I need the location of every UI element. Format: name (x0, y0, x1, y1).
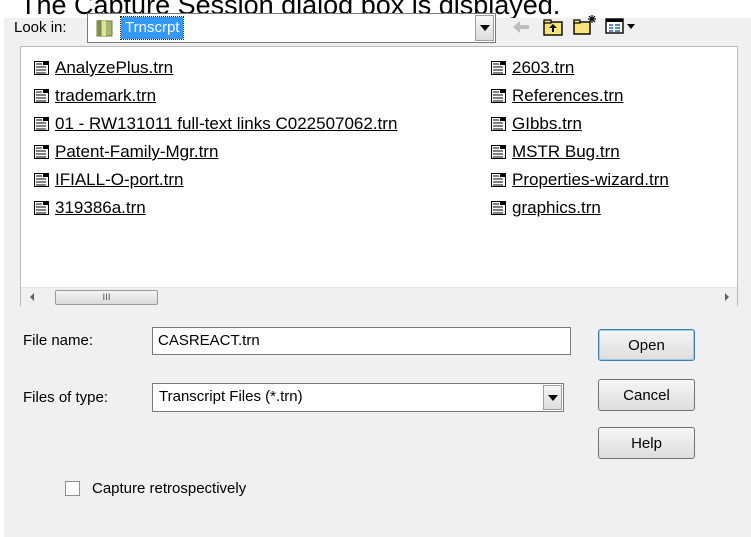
capture-session-dialog: Look in: Trnscrpt AnalyzePlus.trn tradem… (4, 13, 751, 537)
file-name: graphics.trn (512, 198, 601, 217)
file-name: MSTR Bug.trn (512, 142, 620, 161)
transcript-file-icon (491, 173, 506, 187)
open-button[interactable]: Open (598, 329, 695, 361)
file-name: trademark.trn (55, 86, 157, 105)
file-item[interactable]: trademark.trn (34, 83, 156, 109)
horizontal-scrollbar[interactable]: III (21, 287, 737, 306)
transcript-file-icon (34, 117, 49, 131)
look-in-dropdown-button[interactable] (475, 15, 494, 41)
transcript-file-icon (491, 61, 506, 75)
file-item[interactable]: AnalyzePlus.trn (34, 55, 173, 81)
file-name: Properties-wizard.trn (512, 170, 669, 189)
look-in-value: Trnscrpt (119, 16, 185, 40)
files-of-type-label: Files of type: (23, 389, 109, 406)
transcript-file-icon (491, 117, 506, 131)
look-in-combo[interactable]: Trnscrpt (87, 13, 496, 43)
files-of-type-dropdown-button[interactable] (543, 385, 562, 410)
scroll-left-icon (29, 293, 34, 301)
file-name: References.trn (512, 86, 624, 105)
capture-retrospectively-checkbox[interactable] (65, 481, 80, 496)
transcript-file-icon (34, 61, 49, 75)
file-item[interactable]: 2603.trn (491, 55, 574, 81)
file-list[interactable]: AnalyzePlus.trn trademark.trn 01 - RW131… (20, 46, 738, 306)
file-item[interactable]: References.trn (491, 83, 624, 109)
chevron-down-icon (547, 394, 558, 401)
file-name-label: File name: (23, 332, 94, 349)
scrollbar-grip: III (102, 292, 111, 303)
scrollbar-thumb[interactable]: III (55, 290, 158, 305)
scroll-right-icon (724, 293, 729, 301)
folder-icon (96, 20, 113, 37)
up-folder-icon[interactable] (540, 15, 566, 39)
transcript-file-icon (34, 201, 49, 215)
new-folder-icon[interactable] (572, 13, 598, 37)
file-item[interactable]: graphics.trn (491, 195, 601, 221)
back-arrow-icon[interactable] (508, 15, 534, 39)
look-in-label: Look in: (14, 19, 67, 36)
cancel-button[interactable]: Cancel (598, 379, 695, 411)
file-name: GIbbs.trn (512, 114, 582, 133)
view-menu-icon[interactable] (604, 14, 638, 38)
files-of-type-select[interactable]: Transcript Files (*.trn) (152, 383, 564, 412)
transcript-file-icon (491, 145, 506, 159)
file-name: 319386a.trn (55, 198, 146, 217)
transcript-file-icon (34, 89, 49, 103)
transcript-file-icon (491, 89, 506, 103)
file-name: AnalyzePlus.trn (55, 58, 174, 77)
capture-retrospectively-label: Capture retrospectively (92, 480, 247, 497)
scroll-left-button[interactable] (23, 288, 40, 306)
file-item[interactable]: 319386a.trn (34, 195, 146, 221)
files-of-type-value: Transcript Files (*.trn) (159, 388, 303, 405)
file-name: IFIALL-O-port.trn (55, 170, 184, 189)
file-name: Patent-Family-Mgr.trn (55, 142, 219, 161)
chevron-down-icon (479, 25, 490, 31)
file-name: 01 - RW131011 full-text links C022507062… (55, 114, 398, 133)
file-item[interactable]: Patent-Family-Mgr.trn (34, 139, 218, 165)
file-item[interactable]: GIbbs.trn (491, 111, 582, 137)
transcript-file-icon (34, 145, 49, 159)
file-item[interactable]: Properties-wizard.trn (491, 167, 669, 193)
file-item[interactable]: 01 - RW131011 full-text links C022507062… (34, 111, 397, 137)
scroll-right-button[interactable] (718, 288, 735, 306)
help-button[interactable]: Help (598, 427, 695, 459)
transcript-file-icon (34, 173, 49, 187)
file-item[interactable]: IFIALL-O-port.trn (34, 167, 183, 193)
file-item[interactable]: MSTR Bug.trn (491, 139, 620, 165)
file-name-input[interactable]: CASREACT.trn (152, 327, 571, 355)
transcript-file-icon (491, 201, 506, 215)
file-name: 2603.trn (512, 58, 575, 77)
